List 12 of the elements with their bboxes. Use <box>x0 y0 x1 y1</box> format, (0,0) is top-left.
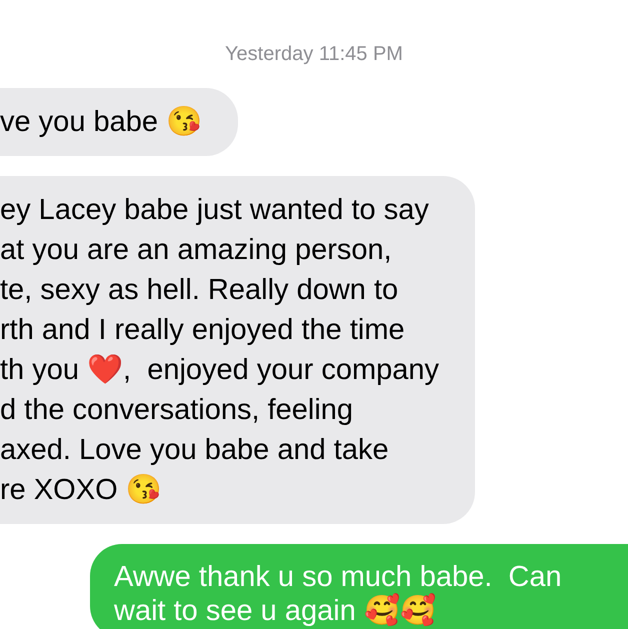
message-text-line: axed. Love you babe and take <box>0 433 390 468</box>
message-text-line: re XOXO 😘 <box>0 473 163 508</box>
message-text-line: th you ❤, enjoyed your company <box>0 353 440 388</box>
message-text-line: wait to see u again 🥰🥰 <box>114 594 437 628</box>
message-text-line: ve you babe 😘 <box>0 105 202 140</box>
message-text-line: at you are an amazing person, <box>0 233 393 268</box>
message-text-line: d the conversations, feeling <box>0 393 354 428</box>
message-text-line: ey Lacey babe just wanted to say <box>0 193 430 228</box>
timestamp: Yesterday 11:45 PM <box>225 42 403 67</box>
message-text-line: Awwe thank u so much babe. Can <box>114 560 563 593</box>
message-text-line: te, sexy as hell. Really down to <box>0 273 400 308</box>
message-text-line: rth and I really enjoyed the time <box>0 313 406 348</box>
